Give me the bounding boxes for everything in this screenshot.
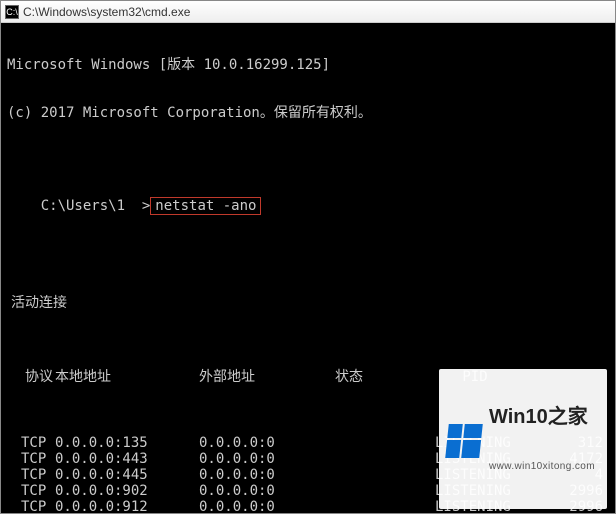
cell-proto: TCP [7,467,55,483]
cell-foreign: 0.0.0.0:0 [199,499,335,513]
header-foreign: 外部地址 [199,369,335,385]
cell-proto: TCP [7,483,55,499]
cell-foreign: 0.0.0.0:0 [199,451,335,467]
cell-local: 0.0.0.0:902 [55,483,199,499]
prompt-path: C:\Users\1 > [41,198,151,214]
window-title: C:\Windows\system32\cmd.exe [23,5,190,19]
banner-line-2: (c) 2017 Microsoft Corporation。保留所有权利。 [7,105,613,121]
prompt-line: C:\Users\1 >netstat -ano [7,181,613,231]
banner-line-1: Microsoft Windows [版本 10.0.16299.125] [7,57,613,73]
windows-logo-icon [445,424,483,458]
cell-foreign: 0.0.0.0:0 [199,435,335,451]
cell-local: 0.0.0.0:443 [55,451,199,467]
watermark-url: www.win10xitong.com [489,459,595,475]
header-proto: 协议 [7,369,55,385]
cell-local: 0.0.0.0:445 [55,467,199,483]
cell-local: 0.0.0.0:135 [55,435,199,451]
cell-foreign: 0.0.0.0:0 [199,483,335,499]
header-local: 本地地址 [55,369,199,385]
section-title: 活动连接 [11,295,613,311]
window-titlebar[interactable]: C:\ C:\Windows\system32\cmd.exe [1,1,615,23]
terminal-output[interactable]: Microsoft Windows [版本 10.0.16299.125] (c… [1,23,615,513]
cell-proto: TCP [7,499,55,513]
cell-proto: TCP [7,451,55,467]
cell-local: 0.0.0.0:912 [55,499,199,513]
cmd-icon: C:\ [5,5,19,19]
command-highlight: netstat -ano [150,197,261,215]
cell-proto: TCP [7,435,55,451]
watermark-brand: Win10之家 [489,407,595,427]
cell-foreign: 0.0.0.0:0 [199,467,335,483]
header-state: 状态 [335,369,435,385]
watermark: Win10之家 www.win10xitong.com [439,369,607,509]
